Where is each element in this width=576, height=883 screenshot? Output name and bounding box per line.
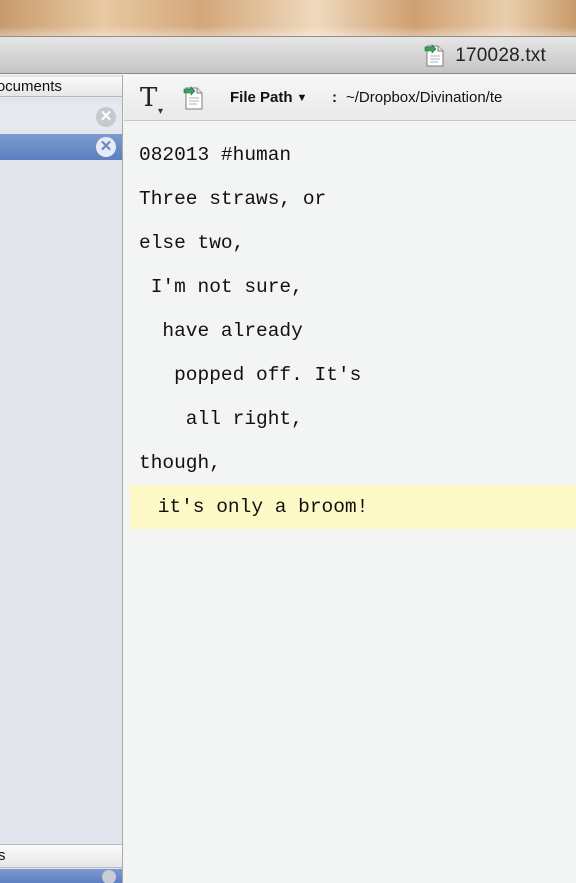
font-menu-icon[interactable]: T ▾	[140, 83, 166, 117]
window-title-group: 170028.txt	[423, 44, 546, 68]
editor-line-text: though,	[139, 452, 221, 474]
file-path-value: ~/Dropbox/Divination/te	[346, 89, 503, 106]
editor-line[interactable]: else two,	[124, 221, 576, 265]
close-circle-icon[interactable]: ✕	[96, 137, 116, 157]
editor-line-text: it's only a broom!	[146, 496, 369, 518]
editor-line[interactable]: all right,	[124, 397, 576, 441]
sidebar-bottom-row-selected[interactable]	[0, 869, 122, 883]
editor-line[interactable]: have already	[124, 309, 576, 353]
sidebar-footer: s	[0, 844, 122, 868]
editor-line[interactable]: though,	[124, 441, 576, 485]
editor-line-text: have already	[139, 320, 303, 342]
editor-line[interactable]: Three straws, or	[124, 177, 576, 221]
editor-current-line[interactable]: it's only a broom!	[130, 485, 576, 529]
documents-sidebar: Documents ✕ ✕ s	[0, 75, 123, 883]
screen: 170028.txt Documents ✕ ✕ s T▾	[0, 0, 576, 883]
editor-line-text: popped off. It's	[139, 364, 362, 386]
text-document-icon[interactable]	[182, 85, 206, 111]
sidebar-document-row-selected[interactable]: ✕	[0, 134, 122, 160]
text-document-icon	[423, 44, 447, 68]
triangle-down-icon: ▼	[296, 91, 308, 104]
sidebar-document-row[interactable]: ✕	[0, 104, 122, 130]
editor-line-text: else two,	[139, 232, 245, 254]
file-path-label: File Path	[230, 89, 293, 106]
file-path-separator: :	[332, 89, 337, 106]
sidebar-footer-label: s	[0, 845, 6, 867]
editor-line-text: Three straws, or	[139, 188, 327, 210]
editor-line[interactable]: popped off. It's	[124, 353, 576, 397]
editor-line-text: all right,	[139, 408, 303, 430]
editor-line-text: I'm not sure,	[139, 276, 303, 298]
window-title: 170028.txt	[455, 45, 546, 66]
close-circle-icon[interactable]: ✕	[96, 107, 116, 127]
text-editor[interactable]: 082013 #human Three straws, or else two, I…	[124, 122, 576, 883]
file-path-menu[interactable]: File Path ▼	[230, 89, 307, 106]
editor-line[interactable]: I'm not sure,	[124, 265, 576, 309]
editor-toolbar: T ▾ File Path ▼ : ~/Dropbox/Divination/te	[124, 75, 576, 121]
sidebar-header-label: Documents	[0, 78, 62, 95]
circle-icon[interactable]	[102, 870, 116, 883]
editor-line[interactable]: 082013 #human	[124, 133, 576, 177]
window-titlebar[interactable]: 170028.txt	[0, 36, 576, 74]
sidebar-header: Documents	[0, 77, 122, 97]
editor-line-text: 082013 #human	[139, 144, 292, 166]
desktop-background	[0, 0, 576, 36]
